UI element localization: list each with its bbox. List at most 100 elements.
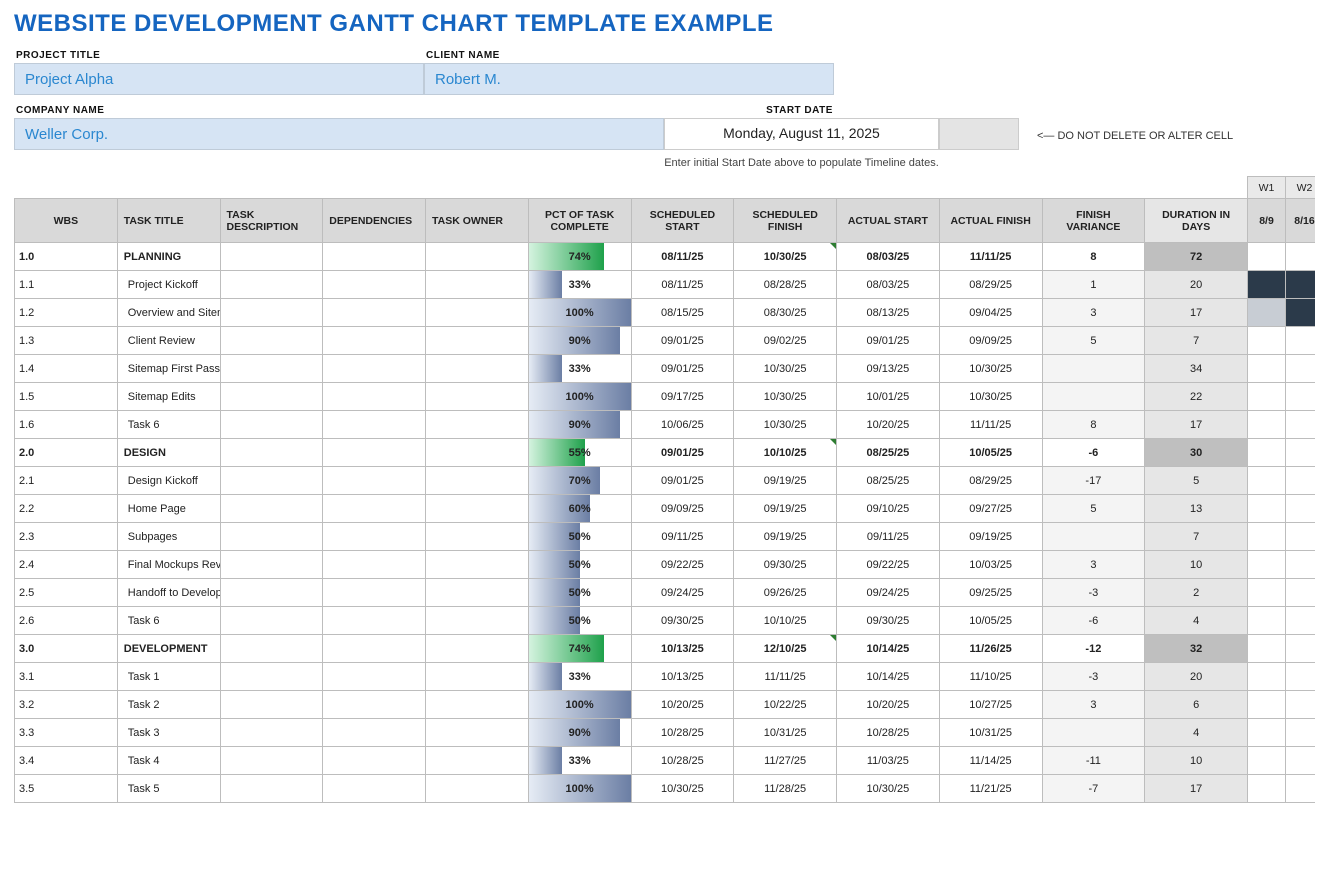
cell-task-owner[interactable] [426, 523, 529, 551]
cell-sched-finish[interactable]: 11/28/25 [734, 775, 837, 803]
cell-pct-complete[interactable]: 100% [528, 383, 631, 411]
cell-pct-complete[interactable]: 50% [528, 607, 631, 635]
cell-actual-finish[interactable]: 09/09/25 [939, 327, 1042, 355]
cell-task-owner[interactable] [426, 439, 529, 467]
cell-task-title[interactable]: Task 6 [117, 607, 220, 635]
cell-task-owner[interactable] [426, 775, 529, 803]
cell-wbs[interactable]: 2.0 [15, 439, 118, 467]
cell-dependencies[interactable] [323, 383, 426, 411]
table-row[interactable]: 3.2Task 2100%10/20/2510/22/2510/20/2510/… [15, 691, 1316, 719]
cell-duration[interactable]: 17 [1145, 775, 1248, 803]
cell-sched-start[interactable]: 08/15/25 [631, 299, 734, 327]
cell-sched-start[interactable]: 10/20/25 [631, 691, 734, 719]
gantt-table[interactable]: W1 W2 WBS TASK TITLE TASK DESCRIPTION DE… [14, 176, 1315, 803]
cell-variance[interactable]: -6 [1042, 439, 1145, 467]
table-row[interactable]: 2.0DESIGN55%09/01/2510/10/2508/25/2510/0… [15, 439, 1316, 467]
cell-variance[interactable]: 3 [1042, 299, 1145, 327]
cell-pct-complete[interactable]: 50% [528, 551, 631, 579]
cell-actual-start[interactable]: 11/03/25 [837, 747, 940, 775]
cell-task-description[interactable] [220, 383, 323, 411]
cell-duration[interactable]: 7 [1145, 327, 1248, 355]
cell-pct-complete[interactable]: 74% [528, 243, 631, 271]
table-row[interactable]: 1.4Sitemap First Pass33%09/01/2510/30/25… [15, 355, 1316, 383]
cell-pct-complete[interactable]: 33% [528, 747, 631, 775]
cell-dependencies[interactable] [323, 495, 426, 523]
cell-task-owner[interactable] [426, 355, 529, 383]
cell-sched-finish[interactable]: 10/10/25 [734, 607, 837, 635]
cell-dependencies[interactable] [323, 439, 426, 467]
cell-sched-finish[interactable]: 10/22/25 [734, 691, 837, 719]
table-row[interactable]: 2.4Final Mockups Review50%09/22/2509/30/… [15, 551, 1316, 579]
cell-sched-finish[interactable]: 10/30/25 [734, 355, 837, 383]
cell-pct-complete[interactable]: 60% [528, 495, 631, 523]
cell-task-owner[interactable] [426, 243, 529, 271]
cell-actual-finish[interactable]: 11/14/25 [939, 747, 1042, 775]
cell-sched-start[interactable]: 09/09/25 [631, 495, 734, 523]
cell-duration[interactable]: 4 [1145, 719, 1248, 747]
cell-actual-finish[interactable]: 10/30/25 [939, 383, 1042, 411]
cell-pct-complete[interactable]: 33% [528, 271, 631, 299]
cell-sched-finish[interactable]: 11/11/25 [734, 663, 837, 691]
cell-duration[interactable]: 4 [1145, 607, 1248, 635]
cell-task-description[interactable] [220, 439, 323, 467]
cell-task-title[interactable]: Project Kickoff [117, 271, 220, 299]
cell-actual-start[interactable]: 09/24/25 [837, 579, 940, 607]
cell-dependencies[interactable] [323, 411, 426, 439]
cell-sched-finish[interactable]: 09/26/25 [734, 579, 837, 607]
table-row[interactable]: 3.4Task 433%10/28/2511/27/2511/03/2511/1… [15, 747, 1316, 775]
cell-task-title[interactable]: DEVELOPMENT [117, 635, 220, 663]
cell-actual-finish[interactable]: 09/27/25 [939, 495, 1042, 523]
cell-wbs[interactable]: 1.6 [15, 411, 118, 439]
cell-task-owner[interactable] [426, 299, 529, 327]
table-row[interactable]: 1.0PLANNING74%08/11/2510/30/2508/03/2511… [15, 243, 1316, 271]
cell-pct-complete[interactable]: 100% [528, 775, 631, 803]
cell-task-owner[interactable] [426, 467, 529, 495]
table-row[interactable]: 1.3Client Review90%09/01/2509/02/2509/01… [15, 327, 1316, 355]
cell-actual-finish[interactable]: 10/30/25 [939, 355, 1042, 383]
cell-sched-finish[interactable]: 10/30/25 [734, 383, 837, 411]
cell-sched-finish[interactable]: 11/27/25 [734, 747, 837, 775]
cell-variance[interactable] [1042, 719, 1145, 747]
cell-dependencies[interactable] [323, 523, 426, 551]
table-row[interactable]: 2.6Task 650%09/30/2510/10/2509/30/2510/0… [15, 607, 1316, 635]
cell-task-owner[interactable] [426, 495, 529, 523]
cell-task-title[interactable]: Sitemap First Pass [117, 355, 220, 383]
cell-variance[interactable] [1042, 355, 1145, 383]
cell-actual-finish[interactable]: 08/29/25 [939, 467, 1042, 495]
table-row[interactable]: 1.1Project Kickoff33%08/11/2508/28/2508/… [15, 271, 1316, 299]
cell-wbs[interactable]: 1.4 [15, 355, 118, 383]
cell-task-owner[interactable] [426, 663, 529, 691]
cell-sched-start[interactable]: 09/01/25 [631, 355, 734, 383]
cell-task-description[interactable] [220, 523, 323, 551]
cell-sched-start[interactable]: 10/28/25 [631, 719, 734, 747]
cell-actual-start[interactable]: 09/13/25 [837, 355, 940, 383]
cell-sched-start[interactable]: 10/13/25 [631, 663, 734, 691]
cell-task-title[interactable]: Task 6 [117, 411, 220, 439]
cell-duration[interactable]: 20 [1145, 663, 1248, 691]
cell-duration[interactable]: 34 [1145, 355, 1248, 383]
cell-actual-finish[interactable]: 10/05/25 [939, 439, 1042, 467]
cell-task-description[interactable] [220, 747, 323, 775]
cell-actual-start[interactable]: 10/14/25 [837, 635, 940, 663]
cell-pct-complete[interactable]: 100% [528, 299, 631, 327]
cell-dependencies[interactable] [323, 775, 426, 803]
cell-sched-start[interactable]: 09/24/25 [631, 579, 734, 607]
cell-task-title[interactable]: Sitemap Edits [117, 383, 220, 411]
cell-actual-start[interactable]: 08/25/25 [837, 467, 940, 495]
cell-task-title[interactable]: Task 1 [117, 663, 220, 691]
cell-task-title[interactable]: Task 4 [117, 747, 220, 775]
cell-actual-start[interactable]: 10/01/25 [837, 383, 940, 411]
cell-duration[interactable]: 5 [1145, 467, 1248, 495]
cell-task-owner[interactable] [426, 607, 529, 635]
cell-duration[interactable]: 32 [1145, 635, 1248, 663]
cell-actual-start[interactable]: 10/14/25 [837, 663, 940, 691]
cell-variance[interactable]: -3 [1042, 579, 1145, 607]
cell-task-description[interactable] [220, 355, 323, 383]
cell-wbs[interactable]: 3.2 [15, 691, 118, 719]
cell-variance[interactable]: -3 [1042, 663, 1145, 691]
cell-task-description[interactable] [220, 635, 323, 663]
table-row[interactable]: 3.1Task 133%10/13/2511/11/2510/14/2511/1… [15, 663, 1316, 691]
cell-dependencies[interactable] [323, 719, 426, 747]
cell-task-description[interactable] [220, 467, 323, 495]
cell-task-description[interactable] [220, 243, 323, 271]
